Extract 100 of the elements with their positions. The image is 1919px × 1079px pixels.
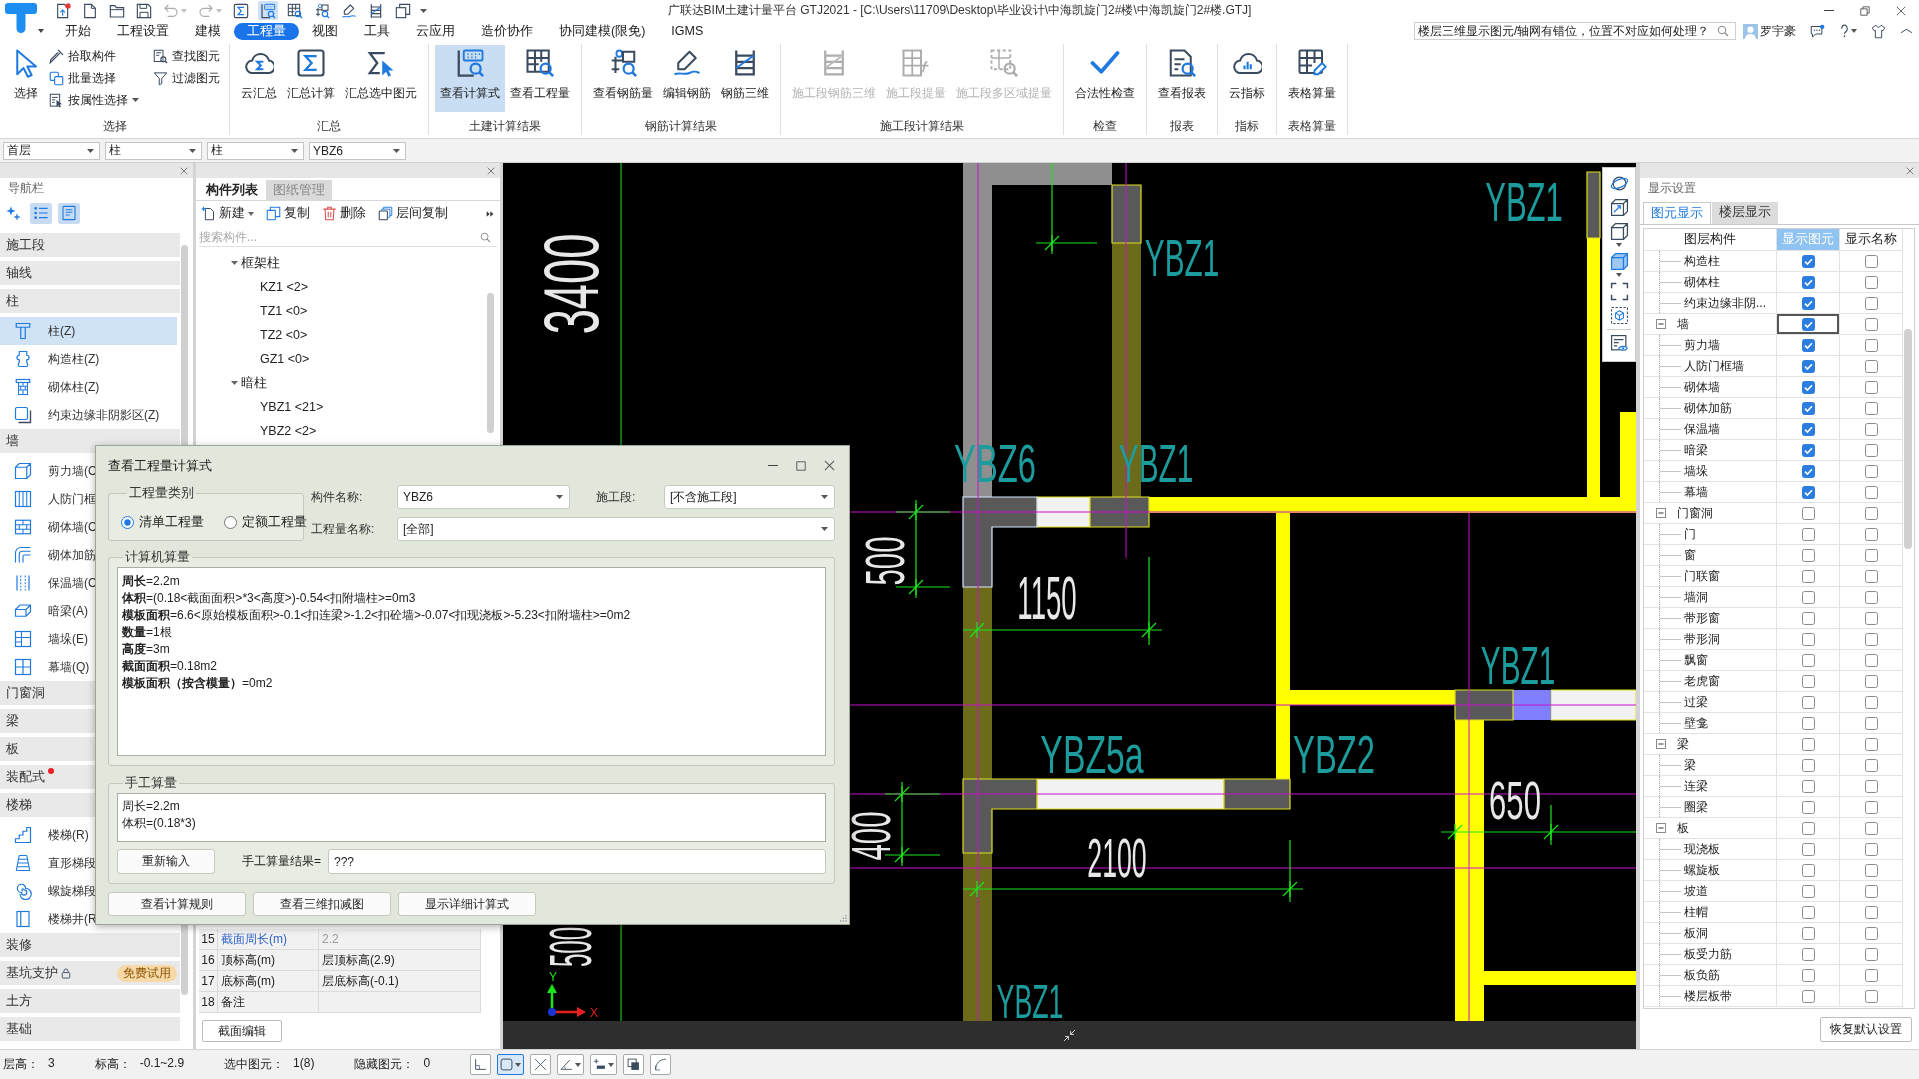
help-icon[interactable] xyxy=(1839,24,1850,38)
checkbox[interactable] xyxy=(1864,779,1878,793)
dialog-button[interactable]: 显示详细计算式 xyxy=(398,892,536,916)
menu-tab[interactable]: 开始 xyxy=(52,22,104,40)
search-icon[interactable] xyxy=(1717,25,1729,37)
checkbox[interactable] xyxy=(1801,779,1815,793)
checkbox[interactable] xyxy=(1864,863,1878,877)
checkbox[interactable] xyxy=(1801,716,1815,730)
menu-tab[interactable]: 工具 xyxy=(351,22,403,40)
checkbox[interactable] xyxy=(1864,968,1878,982)
tree-item[interactable]: TZ2 <0> xyxy=(260,323,308,347)
checkbox[interactable] xyxy=(1864,569,1878,583)
quick-access-button[interactable] xyxy=(258,1,278,20)
user-name[interactable]: 罗宇豪 xyxy=(1760,22,1796,40)
checkbox[interactable] xyxy=(1801,464,1815,478)
checkbox[interactable] xyxy=(1801,842,1815,856)
view-tool-button[interactable] xyxy=(1608,281,1630,302)
checkbox[interactable] xyxy=(1864,359,1878,373)
ribbon-button[interactable]: 表格算量 xyxy=(1283,45,1341,112)
toolbar-button[interactable]: 复制 xyxy=(266,205,310,222)
menu-tab[interactable]: 造价协作 xyxy=(468,22,546,40)
checkbox[interactable] xyxy=(1864,695,1878,709)
checkbox[interactable] xyxy=(1864,632,1878,646)
formula-text-area[interactable]: 周长=2.2m 体积=(0.18<截面面积>*3<高度>)-0.54<扣附墙柱>=0m3 模板面积=6.6<原始模板面积>-0.1<扣连梁>-1.2<扣砼墙>-0.07<扣现浇板>-5.23<扣附墙柱>=0m2 数量=1根 高度=3m 截面面积=0.18m2 模板面积（按含模量）=0m2 xyxy=(117,567,826,756)
view-tool-button[interactable] xyxy=(1608,305,1630,326)
checkbox[interactable] xyxy=(1864,758,1878,772)
nav-item[interactable]: 直形梯段 xyxy=(0,849,96,877)
checkbox[interactable] xyxy=(1864,800,1878,814)
checkbox[interactable] xyxy=(1864,275,1878,289)
checkbox[interactable] xyxy=(1864,842,1878,856)
checkbox[interactable] xyxy=(1864,716,1878,730)
ribbon-button[interactable]: 查看计算式 xyxy=(435,45,505,112)
checkbox[interactable] xyxy=(1864,989,1878,1003)
view-tool-button[interactable] xyxy=(1608,197,1630,218)
close-icon[interactable] xyxy=(1896,5,1906,16)
checkbox[interactable] xyxy=(1801,548,1815,562)
checkbox[interactable] xyxy=(1864,338,1878,352)
help-search-field[interactable]: 楼层三维显示图元/轴网有错位，位置不对应如何处理？ xyxy=(1414,22,1736,40)
checkbox[interactable] xyxy=(1801,884,1815,898)
checkbox[interactable] xyxy=(1864,905,1878,919)
ribbon-button[interactable]: 批量选择 xyxy=(46,67,142,89)
checkbox[interactable] xyxy=(1801,296,1815,310)
reset-defaults-button[interactable]: 恢复默认设置 xyxy=(1820,1016,1912,1042)
nav-category[interactable]: 装修 xyxy=(0,933,180,957)
quick-access-button[interactable] xyxy=(231,1,251,20)
tree-item[interactable]: TZ1 <0> xyxy=(260,299,308,323)
ribbon-button[interactable]: 查看工程量 xyxy=(505,45,575,112)
resize-grip-icon[interactable] xyxy=(839,914,847,922)
ribbon-button[interactable]: 云指标 xyxy=(1224,45,1270,112)
nav-category[interactable]: 基坑支护 免费试用 xyxy=(0,961,180,985)
tree-group[interactable]: 框架柱 xyxy=(231,251,280,275)
nav-category[interactable]: 柱 xyxy=(0,289,180,313)
checkbox[interactable] xyxy=(1864,254,1878,268)
manual-formula-field[interactable]: 周长=2.2m 体积=(0.18*3) xyxy=(117,793,826,842)
checkbox[interactable] xyxy=(1801,968,1815,982)
checkbox[interactable] xyxy=(1801,506,1815,520)
menu-tab[interactable]: 建模 xyxy=(182,22,234,40)
checkbox[interactable] xyxy=(1864,380,1878,394)
checkbox[interactable] xyxy=(1864,401,1878,415)
toolbar-button[interactable]: 新建 xyxy=(201,205,254,222)
result-field[interactable]: ??? xyxy=(328,849,826,874)
status-tool-button[interactable] xyxy=(623,1054,645,1075)
ribbon-button[interactable]: 选择 xyxy=(6,45,46,112)
chevron-up-icon[interactable] xyxy=(1900,27,1913,35)
checkbox[interactable] xyxy=(1801,632,1815,646)
dialog-button[interactable]: 查看计算规则 xyxy=(108,892,246,916)
checkbox[interactable] xyxy=(1801,380,1815,394)
toolbar-button[interactable]: 删除 xyxy=(322,205,366,222)
checkbox[interactable] xyxy=(1864,737,1878,751)
property-value-field[interactable] xyxy=(319,992,481,1013)
menu-tab[interactable]: 协同建模(限免) xyxy=(546,22,659,40)
checkbox[interactable] xyxy=(1801,359,1815,373)
collapse-icon[interactable] xyxy=(1656,508,1666,518)
checkbox[interactable] xyxy=(1864,485,1878,499)
checkbox[interactable] xyxy=(1864,443,1878,457)
property-value[interactable]: 层底标高(-0.1) xyxy=(319,971,481,992)
checkbox[interactable] xyxy=(1801,653,1815,667)
menu-tab[interactable]: 云应用 xyxy=(403,22,468,40)
nav-item[interactable]: 暗梁(A) xyxy=(0,597,88,625)
checkbox[interactable] xyxy=(1801,674,1815,688)
checkbox[interactable] xyxy=(1801,905,1815,919)
nav-category[interactable]: 土方 xyxy=(0,989,180,1013)
toolbar-button[interactable]: 层间复制 xyxy=(378,205,448,222)
close-icon[interactable] xyxy=(180,166,188,175)
ribbon-button[interactable]: 合法性检查 xyxy=(1070,45,1140,112)
restore-icon[interactable] xyxy=(1860,5,1870,16)
ribbon-button[interactable]: 汇总选中图元 xyxy=(340,45,422,112)
property-value[interactable]: 层顶标高(2.9) xyxy=(319,950,481,971)
checkbox[interactable] xyxy=(1864,674,1878,688)
close-icon[interactable] xyxy=(1906,166,1914,175)
view-toggle-button[interactable] xyxy=(30,202,52,224)
type-dropdown[interactable]: 柱 xyxy=(207,141,304,160)
view-tool-button[interactable] xyxy=(1608,221,1630,248)
tree-item[interactable]: YBZ1 <21> xyxy=(260,395,324,419)
ribbon-button[interactable]: 查找图元 xyxy=(150,45,223,67)
quick-access-button[interactable] xyxy=(339,1,359,20)
close-icon[interactable] xyxy=(487,166,495,175)
menu-tab[interactable]: 视图 xyxy=(299,22,351,40)
checkbox[interactable] xyxy=(1801,947,1815,961)
dropdown-field[interactable]: YBZ6 xyxy=(397,485,570,509)
